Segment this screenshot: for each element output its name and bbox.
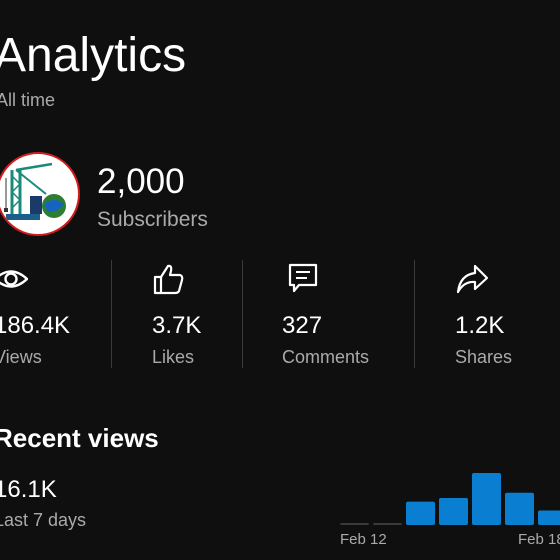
x-tick-label: Feb 12 [340, 531, 387, 548]
chart-bar [439, 497, 468, 525]
divider [111, 260, 112, 368]
x-tick-label: Feb 18 [518, 531, 560, 548]
crane-logo-icon [4, 162, 66, 220]
page-subtitle: All time [0, 90, 56, 110]
stat-label: Views [0, 347, 42, 367]
thumbs-up-icon [153, 264, 184, 295]
chart-bar [472, 473, 501, 525]
mini-bar-chart[interactable]: Feb 12 Feb 18 [330, 466, 560, 560]
share-icon [456, 264, 489, 294]
subscriber-count: 2,000 [97, 162, 185, 201]
stat-likes[interactable]: 3.7K Likes [152, 262, 232, 372]
stat-value: 186.4K [0, 312, 71, 339]
stat-label: Shares [455, 347, 513, 367]
chart-bar [505, 492, 534, 525]
stat-label: Likes [152, 347, 195, 367]
page-title: Analytics [0, 29, 187, 82]
stat-value: 3.7K [152, 312, 202, 339]
chart-bar [406, 501, 435, 525]
stat-views[interactable]: 186.4K Views [0, 262, 104, 372]
recent-views-value: 16.1K [0, 476, 57, 503]
stat-comments[interactable]: 327 Comments [282, 262, 392, 372]
stat-label: Comments [282, 347, 370, 367]
recent-views-period: Last 7 days [0, 510, 87, 530]
comment-icon [288, 263, 318, 293]
subscriber-label: Subscribers [97, 208, 208, 231]
stat-shares[interactable]: 1.2K Shares [455, 262, 555, 372]
section-title: Recent views [0, 423, 159, 453]
divider [414, 260, 415, 368]
chart-bar [373, 523, 402, 525]
chart-bar [340, 523, 369, 525]
stat-value: 1.2K [455, 312, 505, 339]
divider [242, 260, 243, 368]
avatar[interactable] [0, 152, 80, 236]
stat-value: 327 [282, 312, 323, 339]
eye-icon [0, 270, 28, 288]
chart-bar [538, 510, 560, 525]
